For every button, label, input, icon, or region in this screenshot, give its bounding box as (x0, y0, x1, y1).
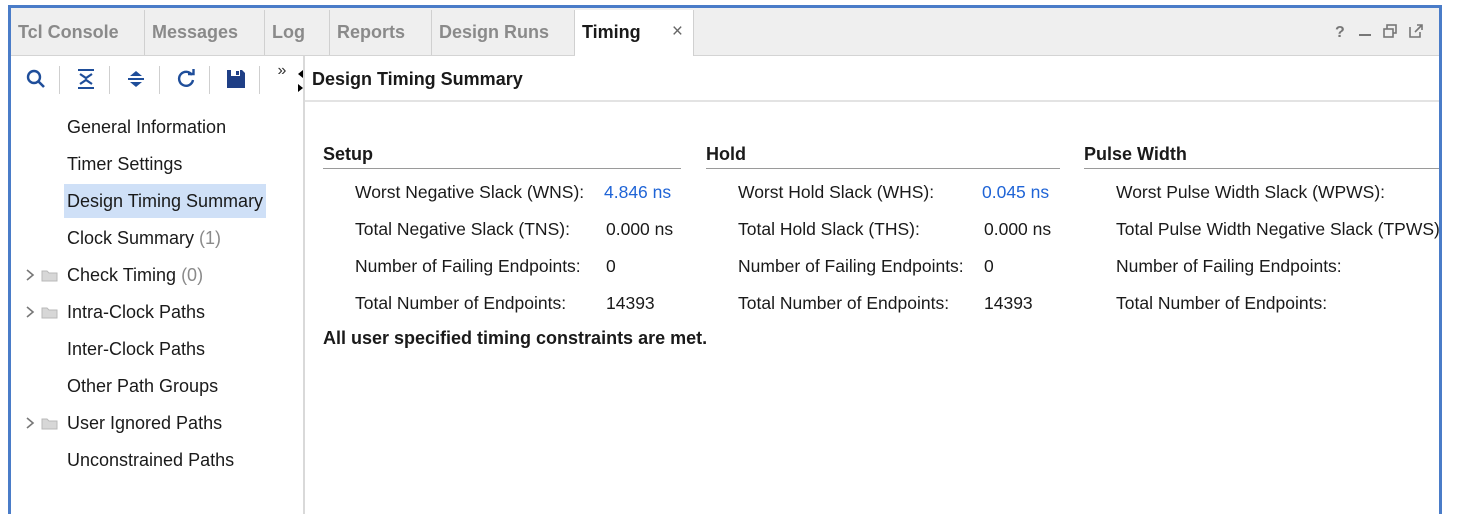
tab-label: Timing (582, 22, 641, 42)
nav-item-count: (0) (181, 265, 204, 285)
refresh-icon[interactable] (171, 64, 201, 94)
nav-item-design-timing-summary[interactable]: Design Timing Summary (64, 184, 267, 218)
float-icon[interactable] (1408, 23, 1424, 44)
nav-item-inter-clock-paths[interactable]: Inter-Clock Paths (64, 332, 208, 366)
timing-window: Tcl Console Messages Log Reports Design … (8, 5, 1442, 514)
tab-design-runs[interactable]: Design Runs (432, 10, 575, 55)
nav-item-label: Other Path Groups (67, 376, 219, 396)
toolbar-separator (59, 66, 60, 94)
search-icon[interactable] (21, 64, 51, 94)
nav-item-user-ignored-paths[interactable]: User Ignored Paths (64, 406, 225, 440)
nav-item-label: Intra-Clock Paths (67, 302, 206, 322)
timing-status-message: All user specified timing constraints ar… (323, 328, 708, 348)
setup-tns-label: Total Negative Slack (TNS): (355, 219, 570, 239)
tab-timing[interactable]: Timing × (575, 10, 694, 57)
nav-item-intra-clock-paths[interactable]: Intra-Clock Paths (64, 295, 208, 329)
folder-icon (41, 295, 59, 329)
toolbar-separator (159, 66, 160, 94)
nav-item-label: Check Timing (67, 265, 177, 285)
report-content: Design Timing Summary Setup Worst Negati… (305, 56, 1439, 514)
chevron-right-icon[interactable] (23, 295, 37, 329)
setup-tns-value: 0.000 ns (606, 219, 674, 239)
setup-wns-value[interactable]: 4.846 ns (604, 182, 671, 203)
nav-item-clock-summary[interactable]: Clock Summary (1) (64, 221, 224, 255)
section-divider (323, 168, 681, 169)
chevron-right-icon[interactable] (23, 258, 37, 292)
folder-icon (41, 258, 59, 292)
section-divider (1084, 168, 1439, 169)
pulse-failing-endpoints-label: Number of Failing Endpoints: (1116, 256, 1342, 276)
nav-item-check-timing[interactable]: Check Timing (0) (64, 258, 206, 292)
nav-item-label: Inter-Clock Paths (67, 339, 206, 359)
tab-label: Design Runs (439, 22, 550, 42)
hold-total-endpoints-value: 14393 (984, 293, 1033, 313)
folder-icon (41, 406, 59, 440)
nav-item-label: Unconstrained Paths (67, 450, 235, 470)
tab-log[interactable]: Log (265, 10, 330, 55)
help-icon[interactable]: ? (1335, 24, 1345, 42)
toolbar-overflow-icon[interactable]: » (267, 56, 297, 86)
page-title: Design Timing Summary (305, 56, 1439, 102)
pulse-wpws-label: Worst Pulse Width Slack (WPWS): (1116, 182, 1386, 202)
nav-item-general-information[interactable]: General Information (64, 110, 229, 144)
nav-item-unconstrained-paths[interactable]: Unconstrained Paths (64, 443, 237, 477)
nav-item-count: (1) (199, 228, 222, 248)
pulse-tpws-label: Total Pulse Width Negative Slack (TPWS): (1116, 219, 1442, 239)
toolbar-separator (259, 66, 260, 94)
tab-tcl-console[interactable]: Tcl Console (11, 10, 145, 55)
setup-failing-endpoints-value: 0 (606, 256, 616, 276)
hold-section-title: Hold (706, 144, 746, 164)
expand-all-icon[interactable] (121, 64, 151, 94)
hold-total-endpoints-label: Total Number of Endpoints: (738, 293, 950, 313)
tab-label: Log (272, 22, 305, 42)
setup-section-title: Setup (323, 144, 374, 164)
nav-item-label: General Information (67, 117, 227, 137)
navigator-toolbar: » (11, 56, 305, 104)
toolbar-separator (209, 66, 210, 94)
save-icon[interactable] (221, 64, 251, 94)
hold-failing-endpoints-label: Number of Failing Endpoints: (738, 256, 964, 276)
tab-reports[interactable]: Reports (330, 10, 432, 55)
splitter-handle-icon[interactable] (295, 68, 305, 94)
chevron-right-icon[interactable] (23, 406, 37, 440)
hold-whs-value[interactable]: 0.045 ns (982, 182, 1049, 203)
tab-label: Reports (337, 22, 406, 42)
nav-item-timer-settings[interactable]: Timer Settings (64, 147, 185, 181)
hold-ths-value: 0.000 ns (984, 219, 1052, 239)
setup-failing-endpoints-label: Number of Failing Endpoints: (355, 256, 581, 276)
tab-label: Messages (152, 22, 239, 42)
toolbar-separator (109, 66, 110, 94)
nav-item-label: Design Timing Summary (67, 191, 264, 211)
section-divider (706, 168, 1060, 169)
hold-failing-endpoints-value: 0 (984, 256, 994, 276)
tab-bar: Tcl Console Messages Log Reports Design … (11, 8, 1439, 57)
tab-label: Tcl Console (18, 22, 119, 42)
close-icon[interactable]: × (672, 10, 683, 54)
minimize-icon[interactable] (1358, 22, 1372, 43)
report-navigator: » General Information Timer Settings Des… (11, 56, 305, 514)
nav-item-label: Timer Settings (67, 154, 183, 174)
collapse-all-icon[interactable] (71, 64, 101, 94)
setup-wns-label: Worst Negative Slack (WNS): (355, 182, 585, 202)
hold-whs-label: Worst Hold Slack (WHS): (738, 182, 935, 202)
tab-messages[interactable]: Messages (145, 10, 265, 55)
pulse-width-section-title: Pulse Width (1084, 144, 1187, 164)
pulse-total-endpoints-label: Total Number of Endpoints: (1116, 293, 1328, 313)
setup-total-endpoints-value: 14393 (606, 293, 655, 313)
hold-ths-label: Total Hold Slack (THS): (738, 219, 920, 239)
nav-item-other-path-groups[interactable]: Other Path Groups (64, 369, 221, 403)
restore-icon[interactable] (1382, 23, 1398, 44)
nav-item-label: User Ignored Paths (67, 413, 223, 433)
setup-total-endpoints-label: Total Number of Endpoints: (355, 293, 567, 313)
nav-item-label: Clock Summary (67, 228, 195, 248)
